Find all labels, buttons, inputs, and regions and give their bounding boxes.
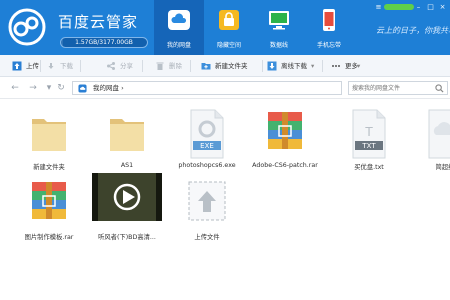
nav-label: 数据线 <box>269 42 288 49</box>
file-item-folder[interactable]: 新建文件夹 <box>18 109 78 181</box>
nav-data-cable[interactable]: 数据线 <box>254 0 304 55</box>
download-icon <box>48 63 54 69</box>
nav-hidden-space[interactable]: 隐藏空间 <box>204 0 254 55</box>
file-item-rar[interactable]: Adobe-CS6-patch.rar <box>252 109 318 181</box>
close-icon[interactable]: × <box>438 3 447 11</box>
more-dropdown[interactable]: ▾ <box>357 55 360 77</box>
file-item-exe[interactable]: EXE photoshopcs6.exe <box>176 109 236 181</box>
cloud-drive-icon <box>78 84 87 93</box>
file-item-rar[interactable]: 图片制作模板.rar <box>18 179 78 251</box>
txt-badge: TXT <box>361 142 376 150</box>
nav-my-drive[interactable]: 我的网盘 <box>154 0 204 55</box>
toolbar-divider <box>80 60 81 72</box>
upload-label: 上传 <box>26 62 39 70</box>
share-label: 分享 <box>120 62 133 70</box>
file-name: 听风者(下)BD高清... <box>98 234 156 241</box>
offline-download-dropdown[interactable]: ▾ <box>311 55 314 77</box>
folder-icon <box>32 119 66 151</box>
menu-icon[interactable]: ≡ <box>374 3 383 11</box>
file-grid: 新建文件夹 AS1 EXE photoshopcs6.exe Adobe-CS6… <box>0 99 450 300</box>
new-folder-label: 新建文件夹 <box>215 62 248 70</box>
toolbar: 上传 下载 分享 删除 新建文件夹 离线下载 ▾ 更多 ▾ <box>0 55 450 77</box>
file-item-txt[interactable]: T TXT 买优盘.txt <box>338 109 398 181</box>
minimize-icon[interactable]: – <box>414 3 423 11</box>
offline-download-label: 离线下载 <box>281 62 307 70</box>
video-thumbnail-icon <box>92 173 162 221</box>
title-bar: 百度云管家 1.57GB/3177.00GB 我的网盘 隐藏空间 数据线 手机忘… <box>0 0 450 55</box>
maximize-icon[interactable]: □ <box>426 3 435 11</box>
folder-icon <box>110 119 144 151</box>
address-row: ← → ▾ ↻ 我的网盘 › <box>0 77 450 99</box>
slogan: 云上的日子，你我共享 <box>376 26 450 35</box>
download-label: 下载 <box>60 62 73 70</box>
toolbar-divider <box>142 60 143 72</box>
rar-archive-icon <box>268 112 302 149</box>
user-avatar-badge[interactable] <box>384 4 414 10</box>
more-icon <box>332 65 340 67</box>
share-icon <box>107 62 115 70</box>
toolbar-divider <box>190 60 191 72</box>
exe-badge: EXE <box>200 142 214 150</box>
toolbar-divider <box>262 60 263 72</box>
exe-file-icon: EXE <box>190 109 224 159</box>
nav-label: 隐藏空间 <box>216 42 241 49</box>
file-name: 新建文件夹 <box>33 164 65 171</box>
upload-file-tile[interactable]: 上传文件 <box>176 179 236 251</box>
search-box[interactable] <box>348 81 448 95</box>
file-item-unknown[interactable]: 简超组 <box>414 109 450 181</box>
forward-arrow-icon[interactable]: → <box>28 82 38 94</box>
file-item-video[interactable]: 听风者(下)BD高清... <box>92 173 162 251</box>
search-icon[interactable] <box>435 84 444 93</box>
storage-quota-fill <box>61 38 63 47</box>
breadcrumb-path: 我的网盘 › <box>93 82 124 94</box>
storage-quota-label: 1.57GB/3177.00GB <box>75 39 133 46</box>
breadcrumb-arrow-icon: › <box>119 84 124 92</box>
delete-icon <box>156 62 164 70</box>
address-bar[interactable]: 我的网盘 › <box>72 81 342 95</box>
svg-text:T: T <box>364 125 373 139</box>
storage-quota-bar[interactable]: 1.57GB/3177.00GB <box>60 37 148 48</box>
cloud-file-icon <box>428 109 450 159</box>
new-folder-icon <box>201 63 211 70</box>
search-input[interactable] <box>352 83 434 93</box>
monitor-icon <box>269 11 289 30</box>
file-item-folder[interactable]: AS1 <box>96 109 156 181</box>
file-name: photoshopcs6.exe <box>178 162 236 169</box>
toolbar-divider <box>40 60 41 72</box>
dropdown-icon[interactable]: ▾ <box>44 82 54 94</box>
file-name: 上传文件 <box>194 234 220 241</box>
lock-icon <box>219 10 239 30</box>
file-name: Adobe-CS6-patch.rar <box>252 162 318 169</box>
nav-phone-forgot[interactable]: 手机忘带 <box>304 0 354 55</box>
file-name: 图片制作模板.rar <box>24 234 74 241</box>
refresh-icon[interactable]: ↻ <box>56 82 66 94</box>
back-arrow-icon[interactable]: ← <box>10 82 20 94</box>
breadcrumb-item[interactable]: 我的网盘 <box>93 84 119 92</box>
nav-label: 我的网盘 <box>166 42 191 49</box>
phone-icon <box>323 9 335 31</box>
file-name: AS1 <box>120 162 134 169</box>
offline-download-icon <box>267 61 277 71</box>
upload-arrow-icon <box>188 181 226 221</box>
nav-label: 手机忘带 <box>316 42 341 49</box>
baidu-cloud-logo-icon <box>8 8 46 46</box>
upload-icon <box>12 61 22 71</box>
delete-label: 删除 <box>169 62 182 70</box>
rar-archive-icon <box>32 182 66 219</box>
file-name: 简超组 <box>435 164 450 171</box>
app-title: 百度云管家 <box>58 13 139 31</box>
cloud-drive-icon <box>168 10 190 30</box>
txt-file-icon: T TXT <box>352 109 386 159</box>
file-name: 买优盘.txt <box>354 164 384 171</box>
toolbar-divider <box>322 60 323 72</box>
